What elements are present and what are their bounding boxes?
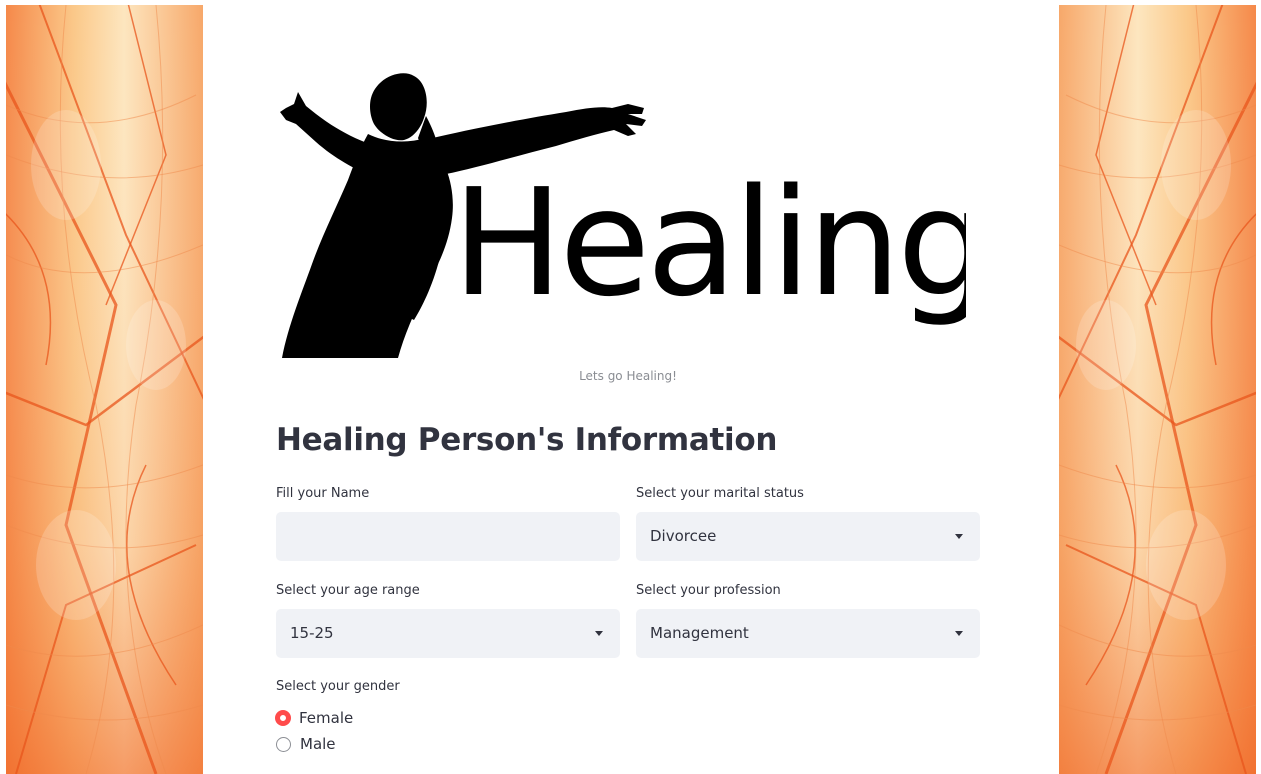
radio-selected-icon[interactable]: [276, 711, 290, 725]
gender-label: Select your gender: [276, 679, 400, 694]
caret-down-icon: [955, 534, 963, 539]
caret-down-icon: [595, 631, 603, 636]
profession-label: Select your profession: [636, 583, 781, 598]
app-page: Healing Lets go Healing! Healing Person'…: [0, 0, 1261, 774]
form-title: Healing Person's Information: [276, 422, 778, 458]
leaf-background-right: [1059, 5, 1256, 774]
age-range-value: 15-25: [290, 624, 334, 642]
healing-banner-image: Healing: [276, 68, 966, 363]
age-range-select[interactable]: 15-25: [276, 609, 620, 658]
name-field-label: Fill your Name: [276, 486, 370, 501]
profession-select[interactable]: Management: [636, 609, 980, 658]
gender-option-label: Male: [300, 735, 336, 753]
gender-option-label: Female: [299, 709, 354, 727]
banner-logo-text: Healing: [452, 157, 966, 329]
leaf-background-left: [6, 5, 203, 774]
main-content: Healing Lets go Healing! Healing Person'…: [203, 0, 1059, 774]
marital-status-value: Divorcee: [650, 527, 717, 545]
name-input[interactable]: [276, 512, 620, 561]
profession-value: Management: [650, 624, 749, 642]
gender-option-female[interactable]: Female: [276, 707, 353, 729]
gender-option-male[interactable]: Male: [276, 733, 336, 755]
caret-down-icon: [955, 631, 963, 636]
radio-unselected-icon[interactable]: [276, 736, 291, 752]
marital-status-select[interactable]: Divorcee: [636, 512, 980, 561]
banner-caption: Lets go Healing!: [579, 369, 677, 383]
age-range-label: Select your age range: [276, 583, 420, 598]
marital-status-label: Select your marital status: [636, 486, 804, 501]
